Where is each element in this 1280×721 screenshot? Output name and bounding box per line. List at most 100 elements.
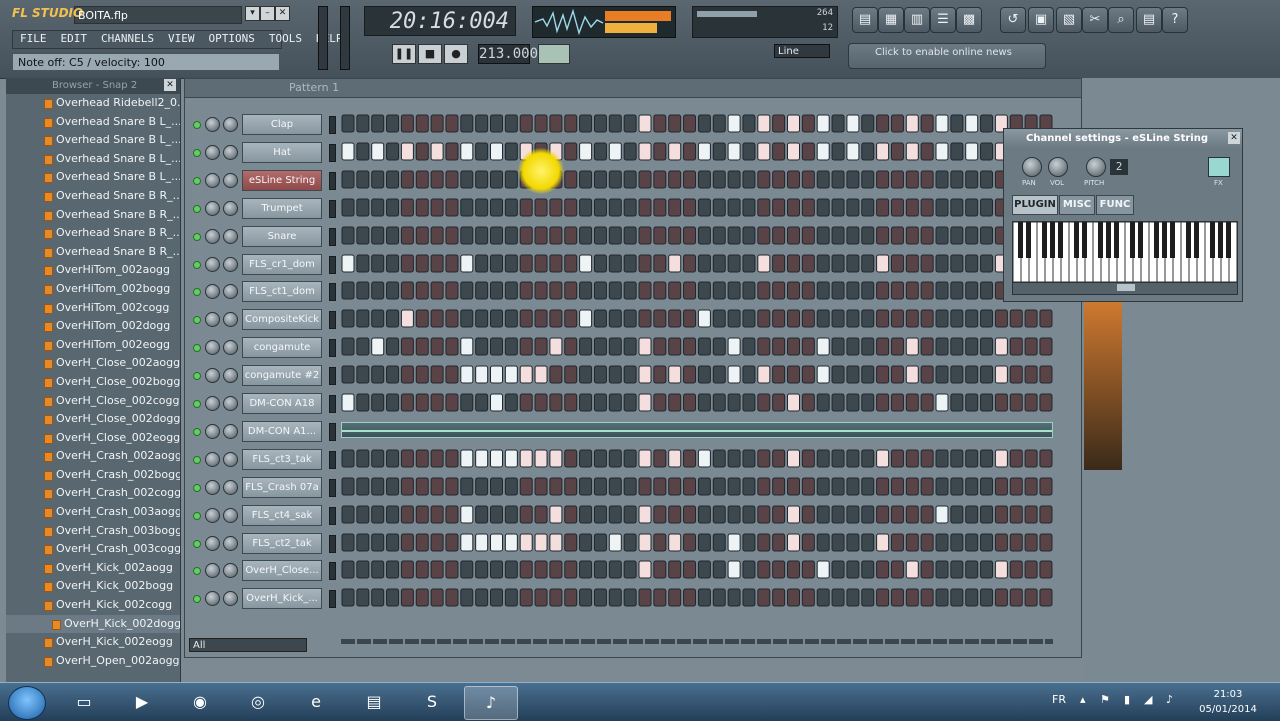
- step-off[interactable]: [935, 365, 949, 384]
- step-off[interactable]: [920, 226, 934, 245]
- browser-item[interactable]: OverH_Close_002eogg: [6, 429, 180, 448]
- step-off[interactable]: [801, 142, 815, 161]
- step-off[interactable]: [608, 393, 622, 412]
- step-off[interactable]: [415, 226, 429, 245]
- step-off[interactable]: [341, 170, 355, 189]
- step-off[interactable]: [935, 560, 949, 579]
- step-off[interactable]: [950, 505, 964, 524]
- step-off[interactable]: [623, 170, 637, 189]
- step-off[interactable]: [950, 588, 964, 607]
- step-off[interactable]: [801, 588, 815, 607]
- step-off[interactable]: [579, 198, 593, 217]
- step-off[interactable]: [608, 365, 622, 384]
- step-off[interactable]: [445, 505, 459, 524]
- step-off[interactable]: [816, 198, 830, 217]
- step-on[interactable]: [697, 449, 711, 468]
- volume-knob[interactable]: [223, 284, 238, 300]
- step-on[interactable]: [638, 337, 652, 356]
- step-off[interactable]: [712, 533, 726, 551]
- step-off[interactable]: [668, 477, 682, 496]
- menu-tools[interactable]: TOOLS: [262, 31, 309, 48]
- step-on[interactable]: [549, 337, 563, 356]
- step-off[interactable]: [386, 198, 400, 217]
- step-off[interactable]: [593, 365, 607, 384]
- step-off[interactable]: [683, 142, 697, 161]
- step-off[interactable]: [1009, 365, 1023, 384]
- step-off[interactable]: [534, 393, 548, 412]
- step-off[interactable]: [846, 533, 860, 551]
- step-off[interactable]: [742, 588, 756, 607]
- step-off[interactable]: [861, 114, 875, 133]
- step-off[interactable]: [356, 198, 370, 217]
- step-off[interactable]: [712, 505, 726, 524]
- step-off[interactable]: [831, 588, 845, 607]
- browser-item[interactable]: OverH_Close_002cogg: [6, 392, 180, 411]
- step-off[interactable]: [965, 393, 979, 412]
- step-off[interactable]: [920, 114, 934, 133]
- step-off[interactable]: [371, 365, 385, 384]
- step-off[interactable]: [920, 560, 934, 579]
- step-on[interactable]: [727, 142, 741, 161]
- browser-item[interactable]: OverH_Crash_002bogg: [6, 466, 180, 485]
- fl-studio-icon[interactable]: ♪: [464, 686, 518, 720]
- browser-item[interactable]: OverH_Kick_002bogg: [6, 577, 180, 596]
- step-off[interactable]: [415, 309, 429, 328]
- black-key[interactable]: [1162, 222, 1167, 258]
- step-off[interactable]: [846, 337, 860, 356]
- step-off[interactable]: [1009, 588, 1023, 607]
- step-off[interactable]: [386, 505, 400, 524]
- step-off[interactable]: [371, 560, 385, 579]
- step-off[interactable]: [445, 533, 459, 551]
- step-off[interactable]: [371, 533, 385, 551]
- step-on[interactable]: [534, 533, 548, 551]
- black-key[interactable]: [1082, 222, 1087, 258]
- step-off[interactable]: [445, 198, 459, 217]
- step-off[interactable]: [490, 588, 503, 607]
- step-off[interactable]: [549, 254, 563, 272]
- step-off[interactable]: [816, 254, 830, 272]
- step-off[interactable]: [697, 477, 711, 496]
- step-off[interactable]: [564, 337, 578, 356]
- channel-button[interactable]: Hat: [242, 141, 322, 163]
- step-off[interactable]: [593, 393, 607, 412]
- step-off[interactable]: [965, 477, 979, 496]
- step-off[interactable]: [564, 142, 578, 161]
- step-off[interactable]: [846, 393, 860, 412]
- browser-item[interactable]: OverH_Close_002aogg: [6, 354, 180, 373]
- step-off[interactable]: [638, 254, 652, 272]
- step-off[interactable]: [579, 533, 593, 551]
- step-off[interactable]: [519, 505, 533, 524]
- step-off[interactable]: [994, 477, 1008, 496]
- step-off[interactable]: [683, 254, 697, 272]
- step-off[interactable]: [445, 254, 459, 272]
- step-off[interactable]: [846, 588, 860, 607]
- step-off[interactable]: [831, 226, 845, 245]
- pan-knob[interactable]: [205, 200, 220, 216]
- step-off[interactable]: [1009, 533, 1023, 551]
- step-on[interactable]: [876, 142, 890, 161]
- step-off[interactable]: [727, 254, 741, 272]
- step-off[interactable]: [593, 114, 607, 133]
- step-off[interactable]: [653, 114, 667, 133]
- channel-select-indicator[interactable]: [329, 506, 336, 525]
- mute-led[interactable]: [193, 232, 201, 241]
- step-on[interactable]: [579, 254, 593, 272]
- pan-knob[interactable]: [205, 117, 220, 132]
- black-key[interactable]: [1210, 222, 1215, 258]
- step-off[interactable]: [638, 477, 652, 496]
- pitch-knob[interactable]: [1086, 157, 1106, 177]
- step-off[interactable]: [980, 170, 994, 189]
- step-off[interactable]: [519, 281, 533, 300]
- step-off[interactable]: [683, 477, 697, 496]
- step-off[interactable]: [430, 254, 444, 272]
- step-off[interactable]: [861, 393, 875, 412]
- tab-misc[interactable]: MISC: [1059, 195, 1095, 215]
- pan-knob[interactable]: [205, 563, 220, 579]
- step-off[interactable]: [846, 281, 860, 300]
- step-off[interactable]: [356, 365, 370, 384]
- mute-led[interactable]: [193, 483, 201, 492]
- step-off[interactable]: [430, 198, 444, 217]
- step-off[interactable]: [861, 588, 875, 607]
- step-off[interactable]: [861, 226, 875, 245]
- step-off[interactable]: [638, 309, 652, 328]
